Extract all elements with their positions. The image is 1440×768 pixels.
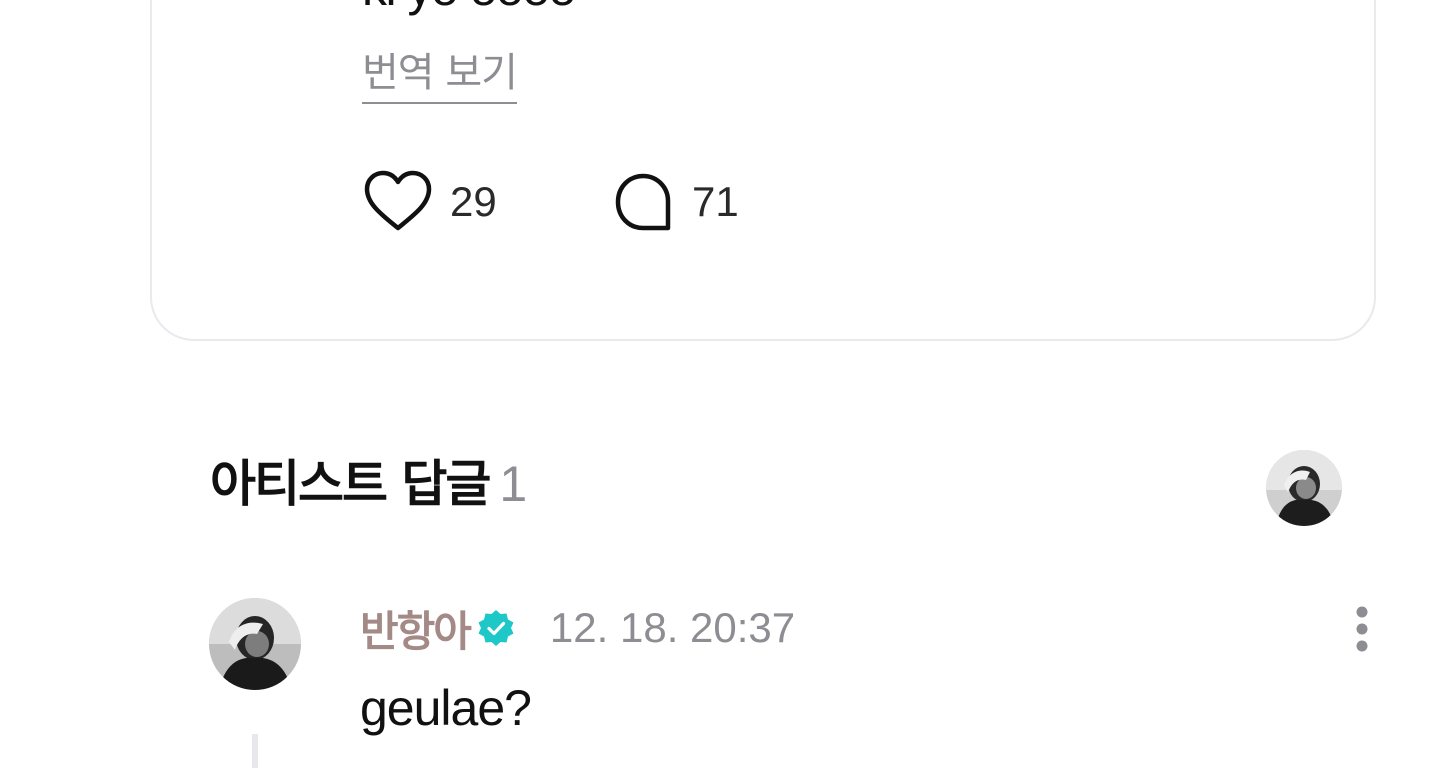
heart-outline-icon xyxy=(364,170,432,231)
reply-author-avatar[interactable] xyxy=(209,598,301,690)
post-card: ki yo oooo 번역 보기 29 71 xyxy=(150,0,1376,341)
avatar-image xyxy=(1266,450,1342,526)
more-vertical-icon xyxy=(1356,606,1368,652)
reply-timestamp: 12. 18. 20:37 xyxy=(549,604,796,651)
artist-replies-count: 1 xyxy=(499,456,527,512)
reply-header: 반항아 12. 18. 20:37 xyxy=(360,596,795,660)
post-text: ki yo oooo xyxy=(362,0,576,20)
reply-author-name[interactable]: 반항아 xyxy=(360,598,472,659)
like-count: 29 xyxy=(450,178,497,225)
speech-bubble-icon xyxy=(615,173,671,231)
artist-avatar-shortcut[interactable] xyxy=(1266,450,1342,526)
comment-button[interactable]: 71 xyxy=(610,170,739,234)
comment-count: 71 xyxy=(692,178,739,225)
artist-replies-title: 아티스트 답글 xyxy=(210,455,491,513)
post-detail-page: ki yo oooo 번역 보기 29 71 아티스트 답글1 xyxy=(0,0,1440,768)
verified-check-icon xyxy=(478,610,514,646)
reply-text: geulae? xyxy=(360,680,532,736)
like-button[interactable]: 29 xyxy=(362,170,497,234)
artist-replies-heading: 아티스트 답글 1 xyxy=(210,452,527,516)
avatar-image xyxy=(209,598,301,690)
more-options-button[interactable] xyxy=(1340,600,1384,660)
thread-line xyxy=(252,734,258,768)
translate-link[interactable]: 번역 보기 xyxy=(362,46,518,104)
